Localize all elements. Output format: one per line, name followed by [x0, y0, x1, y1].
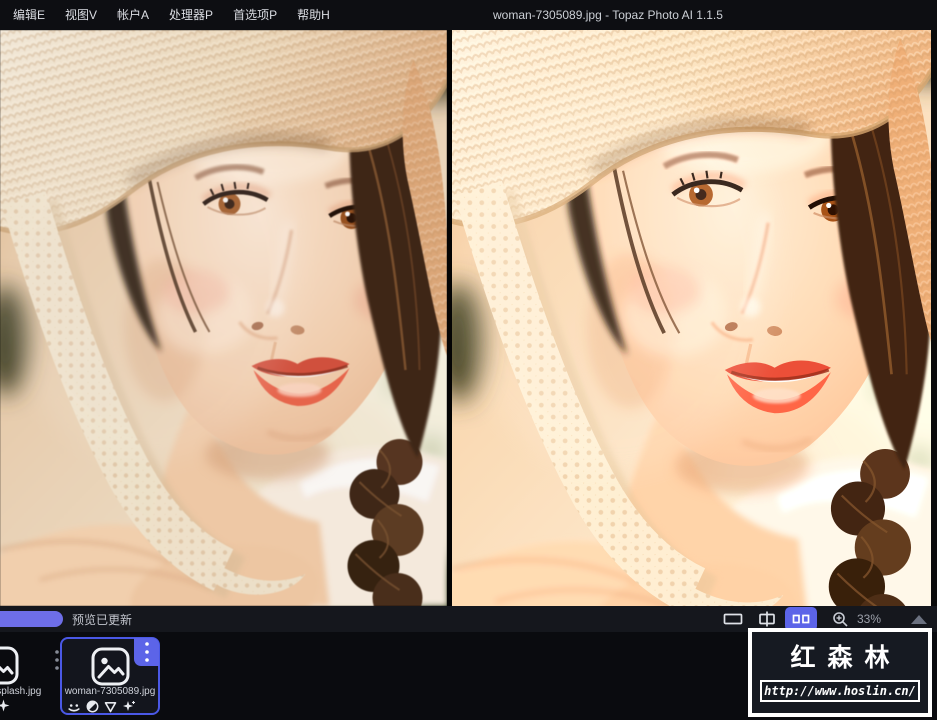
menu-item-account[interactable]: 帐户A [107, 0, 159, 30]
watermark-box: 红森林 http://www.hoslin.cn/ [748, 628, 932, 717]
watermark-title: 红森林 [790, 643, 902, 672]
remove-noise-icon [86, 700, 99, 713]
thumbnail-menu-button[interactable] [134, 638, 159, 666]
menubar: 编辑E 视图V 帐户A 处理器P 首选项P 帮助H [0, 0, 937, 30]
image-placeholder-icon [0, 646, 19, 685]
zoom-dropdown-caret-icon[interactable] [911, 614, 927, 624]
enhancement-badges [0, 699, 10, 712]
face-recovery-icon [68, 703, 80, 712]
before-image [0, 30, 447, 606]
window-title: woman-7305089.jpg - Topaz Photo AI 1.1.5 [493, 8, 723, 22]
canvas-edge [931, 30, 937, 606]
single-view-icon [723, 613, 743, 625]
menu-item-help[interactable]: 帮助H [287, 0, 340, 30]
image-placeholder-icon [91, 647, 130, 686]
kebab-menu-icon [144, 642, 149, 662]
thumbnail-nsplash[interactable]: nsplash.jpg [0, 637, 62, 715]
split-view-icon [759, 611, 775, 627]
thumbnail-filename: woman-7305089.jpg [64, 686, 156, 697]
menu-item-view[interactable]: 视图V [55, 0, 107, 30]
thumbnail-woman-7305089[interactable]: woman-7305089.jpg [60, 637, 160, 715]
enhance-icon [0, 699, 10, 712]
after-image [452, 30, 937, 606]
enhancement-badges [67, 700, 136, 713]
watermark-url: http://www.hoslin.cn/ [760, 680, 920, 702]
menu-item-edit[interactable]: 编辑E [3, 0, 55, 30]
zoom-level-value: 33% [856, 612, 881, 626]
titlebar: 编辑E 视图V 帐户A 处理器P 首选项P 帮助H woman-7305089.… [0, 0, 937, 30]
enhance-icon [123, 701, 135, 711]
sharpen-icon [104, 701, 117, 712]
progress-status-text: 预览已更新 [72, 612, 133, 627]
menu-item-preferences[interactable]: 首选项P [223, 0, 287, 30]
before-pane[interactable] [0, 30, 447, 606]
zoom-level-control[interactable]: 33% [832, 611, 881, 628]
view-mode-single-button[interactable] [717, 607, 749, 631]
progress-bar [0, 611, 63, 627]
thumbnail-filename: nsplash.jpg [0, 686, 42, 697]
side-by-side-view-icon [792, 614, 810, 624]
zoom-in-icon [833, 611, 848, 627]
after-pane[interactable] [452, 30, 937, 606]
menu-item-processor[interactable]: 处理器P [159, 0, 223, 30]
image-viewer [0, 30, 937, 606]
